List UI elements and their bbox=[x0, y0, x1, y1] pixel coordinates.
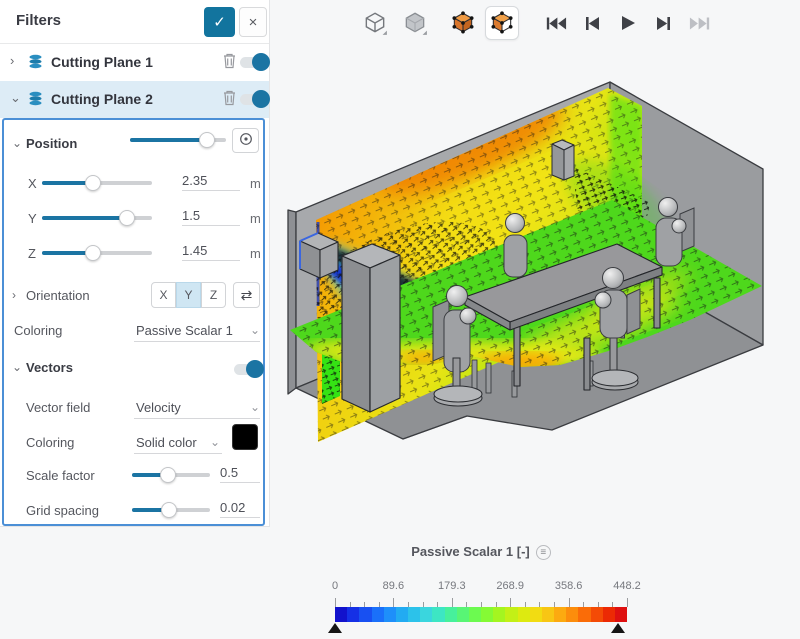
orange-cube-icon bbox=[450, 10, 476, 36]
delete-cutting-plane-1-button[interactable] bbox=[219, 52, 239, 72]
orientation-y-button[interactable]: Y bbox=[176, 282, 201, 308]
axis-x-label: X bbox=[28, 176, 37, 191]
chevron-down-icon[interactable]: ⌄ bbox=[12, 136, 22, 150]
toggle-cutting-plane-2[interactable] bbox=[240, 94, 268, 105]
vector-color-swatch[interactable] bbox=[232, 424, 258, 450]
view-cube-wireframe-button[interactable] bbox=[358, 6, 392, 40]
person-figure[interactable] bbox=[504, 214, 527, 278]
panel-header: Filters ✓ × bbox=[0, 0, 269, 44]
panel-title: Filters bbox=[16, 12, 61, 29]
cutting-plane-icon bbox=[27, 53, 44, 70]
show-active-cutting-plane-button[interactable] bbox=[485, 6, 519, 40]
axis-y-value[interactable]: 1.5 bbox=[182, 208, 240, 226]
colorbar bbox=[335, 607, 627, 622]
dropdown-chevron-icon[interactable]: ⌄ bbox=[210, 435, 220, 449]
viewport-toolbar bbox=[358, 4, 717, 42]
filter-name: Cutting Plane 2 bbox=[51, 91, 153, 107]
vector-field-label: Vector field bbox=[26, 400, 90, 415]
toggle-cutting-plane-1[interactable] bbox=[240, 57, 268, 68]
scale-factor-label: Scale factor bbox=[26, 468, 95, 483]
apply-filters-button[interactable]: ✓ bbox=[204, 7, 235, 37]
play-icon bbox=[619, 15, 637, 31]
chevron-down-icon[interactable]: ⌄ bbox=[12, 360, 22, 374]
axis-y-label: Y bbox=[28, 211, 37, 226]
scale-factor-value[interactable]: 0.5 bbox=[220, 465, 260, 483]
solid-cube-icon bbox=[402, 10, 428, 36]
axis-y-unit: m bbox=[250, 211, 261, 226]
axis-z-unit: m bbox=[250, 246, 261, 261]
step-back-button[interactable] bbox=[575, 6, 609, 40]
check-icon: ✓ bbox=[213, 14, 226, 31]
orange-cube-selected-icon bbox=[489, 10, 515, 36]
axis-z-label: Z bbox=[28, 246, 36, 261]
flip-orientation-button[interactable]: ⇄ bbox=[233, 282, 260, 308]
axis-y-slider[interactable] bbox=[42, 210, 152, 226]
dropdown-chevron-icon[interactable]: ⌄ bbox=[250, 400, 260, 414]
grid-spacing-value[interactable]: 0.02 bbox=[220, 500, 260, 518]
skip-to-end-icon bbox=[689, 16, 711, 31]
close-panel-button[interactable]: × bbox=[239, 7, 267, 37]
vector-field-dropdown[interactable]: Velocity bbox=[136, 400, 181, 415]
step-forward-button[interactable] bbox=[647, 6, 681, 40]
target-icon bbox=[239, 132, 253, 146]
skip-to-end-button[interactable] bbox=[683, 6, 717, 40]
filter-row-cutting-plane-2[interactable]: ⌄ Cutting Plane 2 bbox=[0, 81, 269, 118]
inlet-cube[interactable] bbox=[300, 233, 338, 278]
axis-x-unit: m bbox=[250, 176, 261, 191]
vectors-section-label: Vectors bbox=[26, 360, 73, 375]
skip-to-start-icon bbox=[545, 16, 567, 31]
filters-panel: Filters ✓ × › Cutting Plane 1 bbox=[0, 0, 270, 527]
toggle-vectors[interactable] bbox=[234, 364, 262, 375]
pick-position-button[interactable] bbox=[232, 128, 259, 153]
viewport-3d-scene[interactable] bbox=[270, 42, 800, 542]
play-button[interactable] bbox=[611, 6, 645, 40]
chevron-right-icon[interactable]: › bbox=[10, 53, 22, 68]
legend-tick-labels: 089.6179.3268.9358.6448.2 bbox=[335, 580, 627, 594]
delete-cutting-plane-2-button[interactable] bbox=[219, 89, 239, 109]
grid-spacing-label: Grid spacing bbox=[26, 503, 99, 518]
color-legend: Passive Scalar 1 [-] ≡ 089.6179.3268.9358… bbox=[270, 540, 800, 639]
axis-z-value[interactable]: 1.45 bbox=[182, 243, 240, 261]
coloring-label: Coloring bbox=[14, 323, 62, 338]
dropdown-chevron-icon[interactable]: ⌄ bbox=[250, 323, 260, 337]
coloring-dropdown[interactable]: Passive Scalar 1 bbox=[136, 323, 233, 338]
orientation-z-button[interactable]: Z bbox=[201, 282, 226, 308]
legend-range-max-handle[interactable] bbox=[611, 623, 625, 633]
step-back-icon bbox=[583, 16, 601, 31]
cutting-plane-icon bbox=[27, 90, 44, 107]
filter-name: Cutting Plane 1 bbox=[51, 54, 153, 70]
legend-menu-icon[interactable]: ≡ bbox=[536, 545, 551, 560]
trash-icon bbox=[222, 52, 237, 69]
vector-coloring-dropdown[interactable]: Solid color bbox=[136, 435, 197, 450]
position-overview-slider[interactable] bbox=[130, 132, 226, 148]
legend-title: Passive Scalar 1 [-] bbox=[411, 544, 530, 559]
scale-factor-slider[interactable] bbox=[132, 467, 210, 483]
orientation-label: Orientation bbox=[26, 288, 90, 303]
cutting-plane-2-settings: ⌄ Position X 2.35 m Y 1.5 bbox=[2, 118, 265, 526]
skip-to-start-button[interactable] bbox=[539, 6, 573, 40]
application-window: Filters ✓ × › Cutting Plane 1 bbox=[0, 0, 800, 639]
orientation-x-button[interactable]: X bbox=[151, 282, 176, 308]
chevron-down-icon[interactable]: ⌄ bbox=[10, 90, 22, 106]
wireframe-cube-icon bbox=[362, 10, 388, 36]
vent-box[interactable] bbox=[552, 140, 574, 180]
axis-z-slider[interactable] bbox=[42, 245, 152, 261]
trash-icon bbox=[222, 89, 237, 106]
axis-x-value[interactable]: 2.35 bbox=[182, 173, 240, 191]
chevron-right-icon[interactable]: › bbox=[12, 288, 16, 302]
viewport: Passive Scalar 1 [-] ≡ 089.6179.3268.9358… bbox=[270, 0, 800, 639]
swap-arrows-icon: ⇄ bbox=[241, 287, 253, 303]
legend-ticks bbox=[335, 597, 627, 607]
vector-coloring-label: Coloring bbox=[26, 435, 74, 450]
grid-spacing-slider[interactable] bbox=[132, 502, 210, 518]
close-icon: × bbox=[249, 14, 258, 31]
axis-x-slider[interactable] bbox=[42, 175, 152, 191]
legend-range-min-handle[interactable] bbox=[328, 623, 342, 633]
position-section-label: Position bbox=[26, 136, 77, 151]
filter-row-cutting-plane-1[interactable]: › Cutting Plane 1 bbox=[0, 44, 269, 81]
view-cube-solid-button[interactable] bbox=[398, 6, 432, 40]
step-forward-icon bbox=[655, 16, 673, 31]
column-box[interactable] bbox=[342, 244, 400, 412]
show-all-cutting-planes-button[interactable] bbox=[446, 6, 480, 40]
